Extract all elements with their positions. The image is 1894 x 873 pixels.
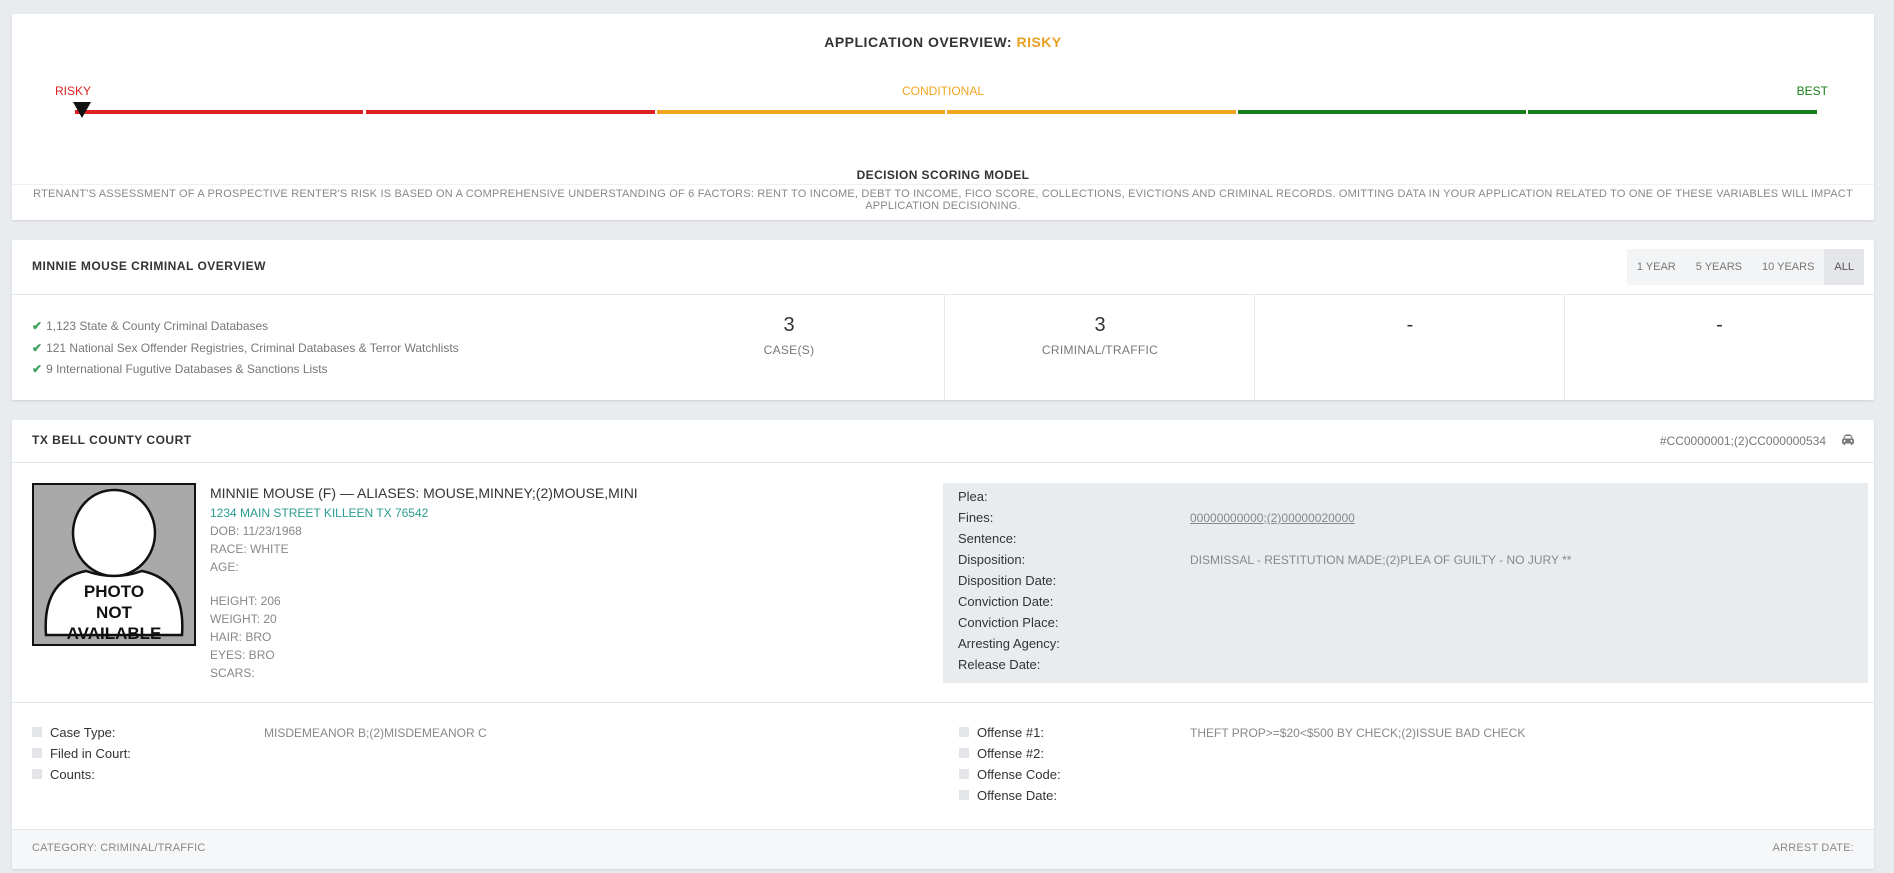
database-item: ✔ 121 National Sex Offender Registries, C… [32,338,459,360]
person-name: MINNIE MOUSE (F) — ALIASES: MOUSE,MINNEY… [210,485,638,501]
case-details-panel [943,483,1868,683]
case-number: #CC0000001;(2)CC000000534 [1659,434,1826,448]
fines-value[interactable]: 00000000000;(2)00000020000 [1190,511,1355,525]
disposition-label: Disposition: [958,552,1026,567]
tab-5-years[interactable]: 5 YEARS [1686,249,1752,285]
person-dob: DOB: 11/23/1968 [210,524,302,538]
scale-label-best: BEST [1796,84,1828,98]
case-type-value: MISDEMEANOR B;(2)MISDEMEANOR C [264,726,487,740]
criminal-overview-title: MINNIE MOUSE CRIMINAL OVERVIEW [32,259,266,273]
filed-in-court-label: Filed in Court: [50,746,131,761]
person-hair: HAIR: BRO [210,630,272,644]
stat-cases-value: 3 [783,314,795,336]
person-eyes: EYES: BRO [210,648,275,662]
database-item: ✔ 1,123 State & County Criminal Databases [32,316,459,338]
checkmark-icon: ✔ [32,362,43,376]
database-list: ✔ 1,123 State & County Criminal Databases… [32,316,459,381]
stat-fourth-value: - [1716,314,1723,336]
checkmark-icon: ✔ [32,340,43,355]
offense-2-label: Offense #2: [977,746,1044,761]
conviction-date-label: Conviction Date: [958,594,1054,609]
time-range-tabs: 1 YEAR 5 YEARS 10 YEARS ALL [1626,249,1864,285]
person-details: MINNIE MOUSE (F) — ALIASES: MOUSE,MINNEY… [210,484,638,682]
database-item-label: 121 National Sex Offender Registries, Cr… [46,340,459,355]
score-marker-icon [73,102,91,118]
court-record-card: TX BELL COUNTY COURT #CC0000001;(2)CC000… [12,420,1874,869]
checkmark-icon: ✔ [32,319,43,333]
database-item-label: 9 International Fugutive Databases & San… [46,362,328,376]
stat-criminal-traffic: 3 CRIMINAL/TRAFFIC [945,294,1255,400]
tab-all[interactable]: ALL [1824,249,1864,285]
counts-label: Counts: [50,767,95,782]
person-silhouette-icon: PHOTO NOT AVAILABLE [44,488,184,643]
scale-segment-best-2 [1528,110,1817,114]
court-title: TX BELL COUNTY COURT [32,433,192,447]
car-icon [1842,434,1854,445]
criminal-overview-card: MINNIE MOUSE CRIMINAL OVERVIEW 1 YEAR 5 … [12,240,1874,400]
plea-label: Plea: [958,489,988,504]
scale-segment-risky-1 [75,110,363,114]
photo-text-line: NOT [96,603,133,622]
release-date-label: Release Date: [958,657,1041,672]
bullet-square-icon [959,769,969,779]
sentence-label: Sentence: [958,531,1017,546]
offense-1-value: THEFT PROP>=$20<$500 BY CHECK;(2)ISSUE B… [1190,726,1526,740]
disposition-value: DISMISSAL - RESTITUTION MADE;(2)PLEA OF … [1190,553,1572,567]
scale-segment-best-1 [1238,110,1526,114]
overview-rating: RISKY [1016,34,1062,50]
footer-arrest-date: ARREST DATE: [1772,842,1854,854]
bullet-square-icon [32,727,42,737]
database-item-label: 1,123 State & County Criminal Databases [46,319,269,333]
offense-date-label: Offense Date: [977,788,1057,803]
court-record-footer: CATEGORY: CRIMINAL/TRAFFIC ARREST DATE: [12,829,1874,869]
person-age: AGE: [210,560,239,574]
person-race: RACE: WHITE [210,542,289,556]
fines-label: Fines: [958,510,994,525]
scale-segment-conditional-1 [657,110,945,114]
disposition-date-label: Disposition Date: [958,573,1057,588]
photo-text-line: PHOTO [84,582,144,601]
person-weight: WEIGHT: 20 [210,612,277,626]
stat-third-value: - [1406,314,1414,336]
header-divider [12,462,1874,463]
section-divider [12,702,1874,703]
bullet-square-icon [959,748,969,758]
footer-category: CATEGORY: CRIMINAL/TRAFFIC [32,842,206,854]
overview-title: APPLICATION OVERVIEW: RISKY [12,34,1874,50]
stat-fourth: - [1565,294,1874,400]
stat-criminal-traffic-value: 3 [1094,314,1106,336]
database-item: ✔ 9 International Fugutive Databases & Sa… [32,359,459,381]
offense-1-label: Offense #1: [977,725,1044,740]
person-address[interactable]: 1234 MAIN STREET KILLEEN TX 76542 [210,504,638,522]
conviction-place-label: Conviction Place: [958,615,1059,630]
person-height: HEIGHT: 206 [210,594,281,608]
case-type-label: Case Type: [50,725,116,740]
overview-title-prefix: APPLICATION OVERVIEW: [824,34,1017,50]
scale-segment-conditional-2 [947,110,1236,114]
offense-code-label: Offense Code: [977,767,1061,782]
decision-model-text: RTENANT'S ASSESSMENT OF A PROSPECTIVE RE… [12,184,1874,212]
bullet-square-icon [959,727,969,737]
stat-criminal-traffic-label: CRIMINAL/TRAFFIC [1041,343,1159,357]
stat-cases: 3 CASE(S) [634,294,944,400]
tab-10-years[interactable]: 10 YEARS [1752,249,1824,285]
tab-1-year[interactable]: 1 YEAR [1627,249,1686,285]
bullet-square-icon [32,769,42,779]
photo-placeholder: PHOTO NOT AVAILABLE [32,483,196,646]
decision-model-title: DECISION SCORING MODEL [856,168,1030,182]
scale-segment-risky-2 [366,110,655,114]
person-scars: SCARS: [210,666,255,680]
bullet-square-icon [959,790,969,800]
bullet-square-icon [32,748,42,758]
application-overview-card: APPLICATION OVERVIEW: RISKY RISKY CONDIT… [12,14,1874,220]
stat-third: - [1255,294,1565,400]
photo-text-line: AVAILABLE [67,624,162,643]
arresting-agency-label: Arresting Agency: [958,636,1060,651]
scale-label-conditional: CONDITIONAL [901,84,984,98]
stat-cases-label: CASE(S) [763,343,815,357]
